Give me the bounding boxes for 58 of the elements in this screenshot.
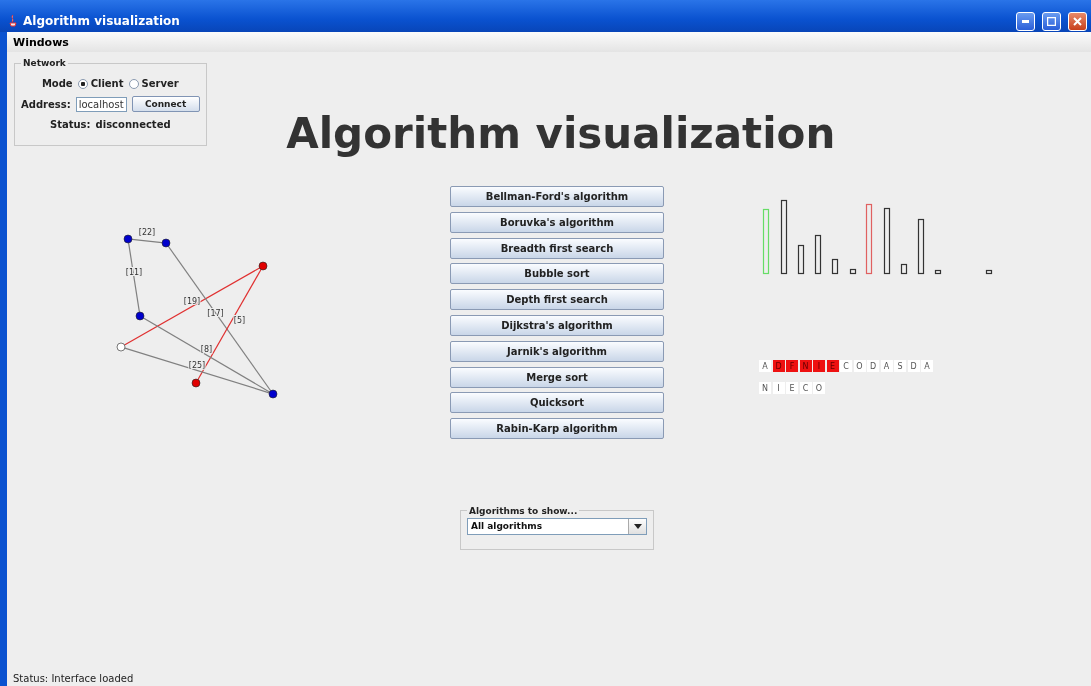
letter-cell: A bbox=[880, 360, 893, 372]
edge-weight: [5] bbox=[233, 315, 246, 325]
letter-cell: A bbox=[759, 360, 771, 372]
letter-cell: C bbox=[840, 360, 852, 372]
close-button[interactable] bbox=[1068, 11, 1087, 31]
algorithm-button[interactable]: Dijkstra's algorithm bbox=[450, 315, 664, 336]
page-heading: Algorithm visualization bbox=[286, 108, 836, 158]
close-icon bbox=[1073, 16, 1082, 26]
algorithm-button[interactable]: Depth first search bbox=[450, 289, 664, 311]
algorithm-button[interactable]: Bubble sort bbox=[450, 263, 664, 285]
status-label: Status: bbox=[50, 119, 91, 130]
letter-cell: I bbox=[813, 360, 825, 372]
letter-cell: D bbox=[867, 360, 879, 372]
letter-cell: D bbox=[907, 360, 920, 372]
address-field[interactable]: localhost bbox=[75, 96, 127, 112]
connect-button[interactable]: Connect bbox=[131, 96, 200, 112]
algorithm-button[interactable]: Rabin-Karp algorithm bbox=[450, 418, 664, 440]
status-value: disconnected bbox=[95, 119, 171, 130]
algorithm-button[interactable]: Quicksort bbox=[450, 392, 664, 414]
panel-title: Network bbox=[22, 58, 67, 68]
letter-cell: D bbox=[772, 360, 785, 372]
menu-item[interactable]: Windows bbox=[13, 35, 69, 49]
edge-weight: [19] bbox=[183, 296, 201, 306]
letter-cell: O bbox=[813, 382, 825, 394]
letter-cell: F bbox=[786, 360, 798, 372]
letter-cell: I bbox=[772, 382, 785, 394]
algorithm-button[interactable]: Boruvka's algorithm bbox=[450, 211, 664, 233]
edge-weight: [25] bbox=[188, 360, 206, 370]
maximize-icon bbox=[1047, 16, 1056, 26]
edge-weight: [22] bbox=[138, 228, 156, 237]
mode-label: Mode bbox=[41, 78, 73, 89]
minimize-icon bbox=[1022, 19, 1029, 23]
algorithm-button[interactable]: Merge sort bbox=[450, 366, 664, 388]
app-icon bbox=[8, 15, 18, 27]
letter-cell: S bbox=[894, 360, 906, 372]
window-title: Algorithm visualization bbox=[23, 14, 181, 28]
address-label: Address: bbox=[21, 98, 71, 110]
radio-button[interactable]: Client bbox=[77, 78, 124, 89]
algorithm-dropdown[interactable]: All algorithms bbox=[467, 517, 647, 535]
letter-cell: O bbox=[853, 360, 866, 372]
maximize-button[interactable] bbox=[1042, 11, 1061, 31]
edge-weight: [11] bbox=[125, 267, 143, 277]
edge-weight: [8] bbox=[200, 345, 213, 354]
status-text: Status: Interface loaded bbox=[12, 673, 135, 686]
radio-button[interactable]: Server bbox=[128, 78, 179, 89]
letter-cell: C bbox=[799, 382, 812, 394]
letter-cell: N bbox=[759, 382, 771, 394]
algorithm-button[interactable]: Jarnik's algorithm bbox=[450, 340, 664, 362]
algorithm-button[interactable]: Breadth first search bbox=[450, 237, 664, 259]
caret-icon bbox=[633, 523, 642, 529]
group-title: Algorithms to show... bbox=[468, 505, 579, 516]
letter-cell: E bbox=[826, 360, 839, 372]
algorithm-button[interactable]: Bellman-Ford's algorithm bbox=[450, 186, 664, 207]
edge-weight: [17] bbox=[207, 308, 224, 318]
letter-cell: A bbox=[921, 360, 933, 372]
letter-cell: E bbox=[786, 382, 798, 394]
letter-cell: N bbox=[799, 360, 812, 372]
minimize-button[interactable] bbox=[1016, 11, 1035, 31]
